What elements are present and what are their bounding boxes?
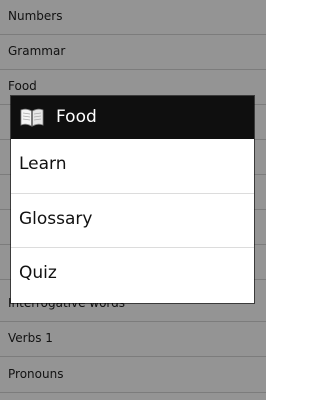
dialog-title: Food [56,107,97,127]
quiz-option[interactable]: Quiz [11,247,254,301]
topic-dialog: Food Learn Glossary Quiz [11,96,254,303]
quiz-option-label: Quiz [19,263,57,283]
book-icon [20,108,44,127]
learn-option-label: Learn [19,154,67,174]
dialog-header: Food [11,96,254,139]
learn-option[interactable]: Learn [11,139,254,193]
glossary-option-label: Glossary [19,209,93,229]
glossary-option[interactable]: Glossary [11,193,254,247]
screen: Numbers Grammar Food Interrogative words… [0,0,266,400]
